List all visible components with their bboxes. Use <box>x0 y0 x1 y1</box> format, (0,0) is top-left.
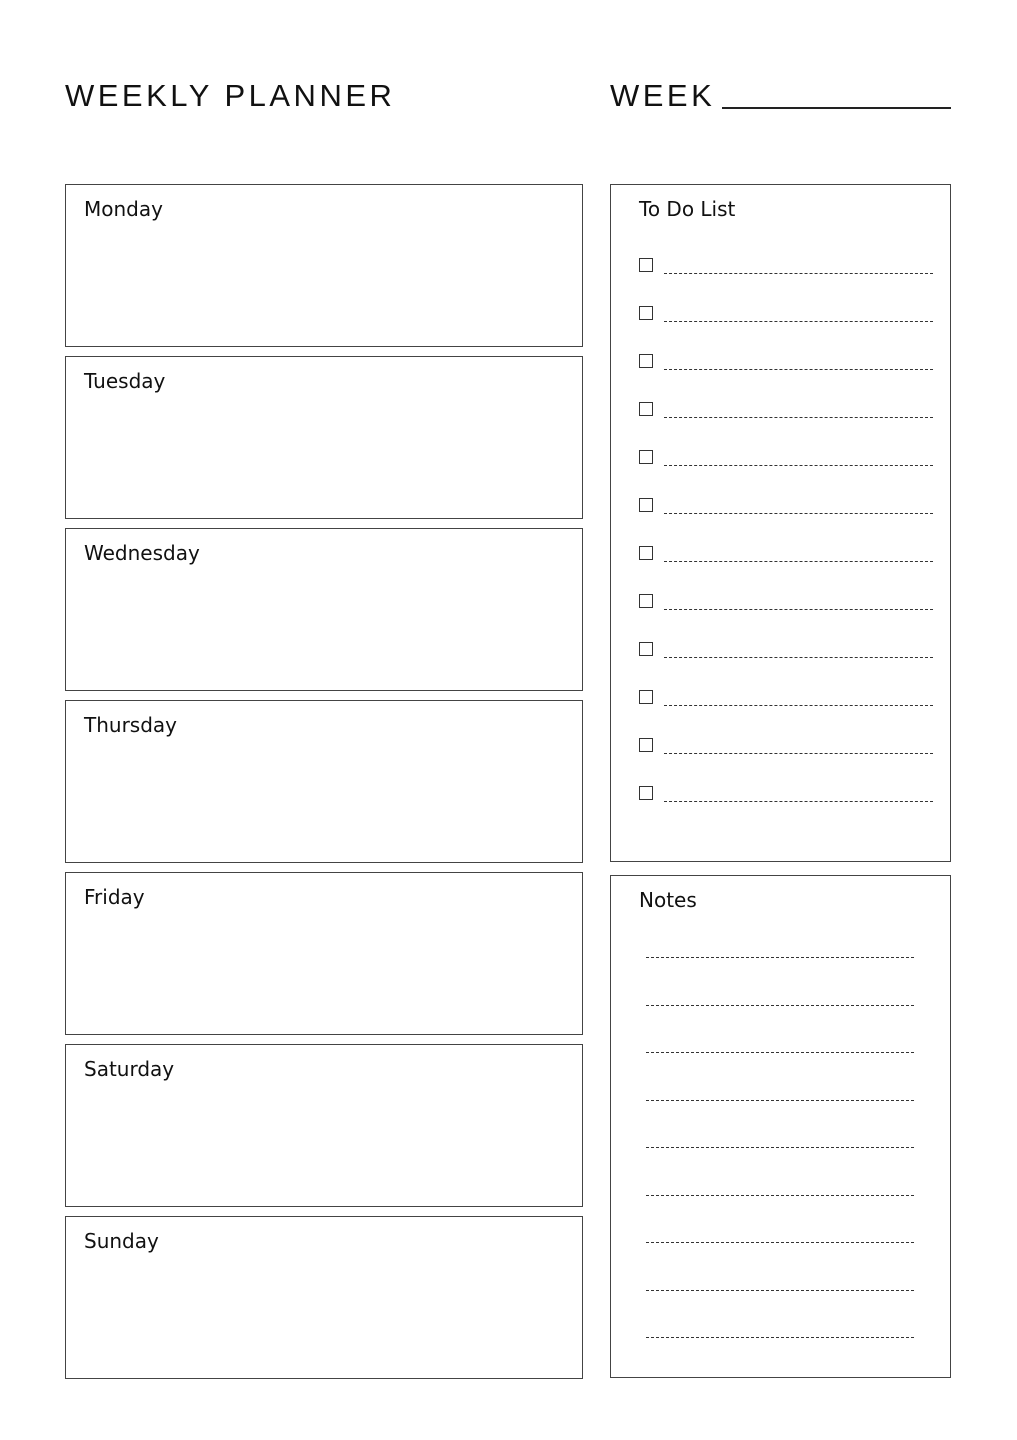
todo-checkbox[interactable] <box>639 498 653 512</box>
note-line[interactable] <box>646 957 914 958</box>
todo-checkbox[interactable] <box>639 594 653 608</box>
todo-text-line[interactable] <box>664 369 933 370</box>
day-label: Saturday <box>84 1057 175 1081</box>
day-label: Monday <box>84 197 163 221</box>
todo-item <box>639 594 933 612</box>
todo-text-line[interactable] <box>664 321 933 322</box>
todo-checkbox[interactable] <box>639 450 653 464</box>
week-label: WEEK <box>610 78 716 113</box>
week-input-line[interactable] <box>722 107 951 109</box>
note-line[interactable] <box>646 1099 914 1101</box>
notes-title: Notes <box>639 888 697 912</box>
todo-list-box: To Do List <box>610 184 951 862</box>
todo-checkbox[interactable] <box>639 690 653 704</box>
todo-item <box>639 498 933 516</box>
day-box-saturday[interactable]: Saturday <box>65 1044 583 1207</box>
todo-item <box>639 546 933 564</box>
note-line[interactable] <box>646 1289 914 1291</box>
todo-item <box>639 786 933 804</box>
todo-checkbox[interactable] <box>639 354 653 368</box>
day-box-wednesday[interactable]: Wednesday <box>65 528 583 691</box>
day-label: Thursday <box>84 713 177 737</box>
todo-checkbox[interactable] <box>639 258 653 272</box>
todo-item <box>639 738 933 756</box>
note-line[interactable] <box>646 1147 914 1148</box>
todo-item <box>639 642 933 660</box>
todo-checkbox[interactable] <box>639 786 653 800</box>
todo-item <box>639 258 933 276</box>
day-box-monday[interactable]: Monday <box>65 184 583 347</box>
day-box-thursday[interactable]: Thursday <box>65 700 583 863</box>
todo-item <box>639 354 933 372</box>
day-box-tuesday[interactable]: Tuesday <box>65 356 583 519</box>
todo-text-line[interactable] <box>664 561 933 562</box>
day-label: Wednesday <box>84 541 200 565</box>
day-box-friday[interactable]: Friday <box>65 872 583 1035</box>
todo-text-line[interactable] <box>664 513 933 514</box>
todo-list-title: To Do List <box>639 197 736 221</box>
note-line[interactable] <box>646 1337 914 1338</box>
todo-checkbox[interactable] <box>639 306 653 320</box>
todo-checkbox[interactable] <box>639 402 653 416</box>
todo-text-line[interactable] <box>664 417 933 418</box>
todo-text-line[interactable] <box>664 753 933 754</box>
page-title: WEEKLY PLANNER <box>65 78 396 113</box>
todo-text-line[interactable] <box>664 705 933 706</box>
todo-item <box>639 690 933 708</box>
day-label: Friday <box>84 885 145 909</box>
todo-item <box>639 402 933 420</box>
note-line[interactable] <box>646 1004 914 1006</box>
todo-text-line[interactable] <box>664 465 933 466</box>
todo-checkbox[interactable] <box>639 738 653 752</box>
notes-box: Notes <box>610 875 951 1378</box>
note-line[interactable] <box>646 1242 914 1243</box>
todo-item <box>639 306 933 324</box>
day-label: Tuesday <box>84 369 166 393</box>
todo-checkbox[interactable] <box>639 546 653 560</box>
day-label: Sunday <box>84 1229 159 1253</box>
todo-checkbox[interactable] <box>639 642 653 656</box>
note-line[interactable] <box>646 1194 914 1196</box>
todo-text-line[interactable] <box>664 801 933 802</box>
todo-text-line[interactable] <box>664 609 933 610</box>
note-line[interactable] <box>646 1052 914 1053</box>
day-box-sunday[interactable]: Sunday <box>65 1216 583 1379</box>
todo-text-line[interactable] <box>664 657 933 658</box>
todo-text-line[interactable] <box>664 273 933 274</box>
todo-item <box>639 450 933 468</box>
